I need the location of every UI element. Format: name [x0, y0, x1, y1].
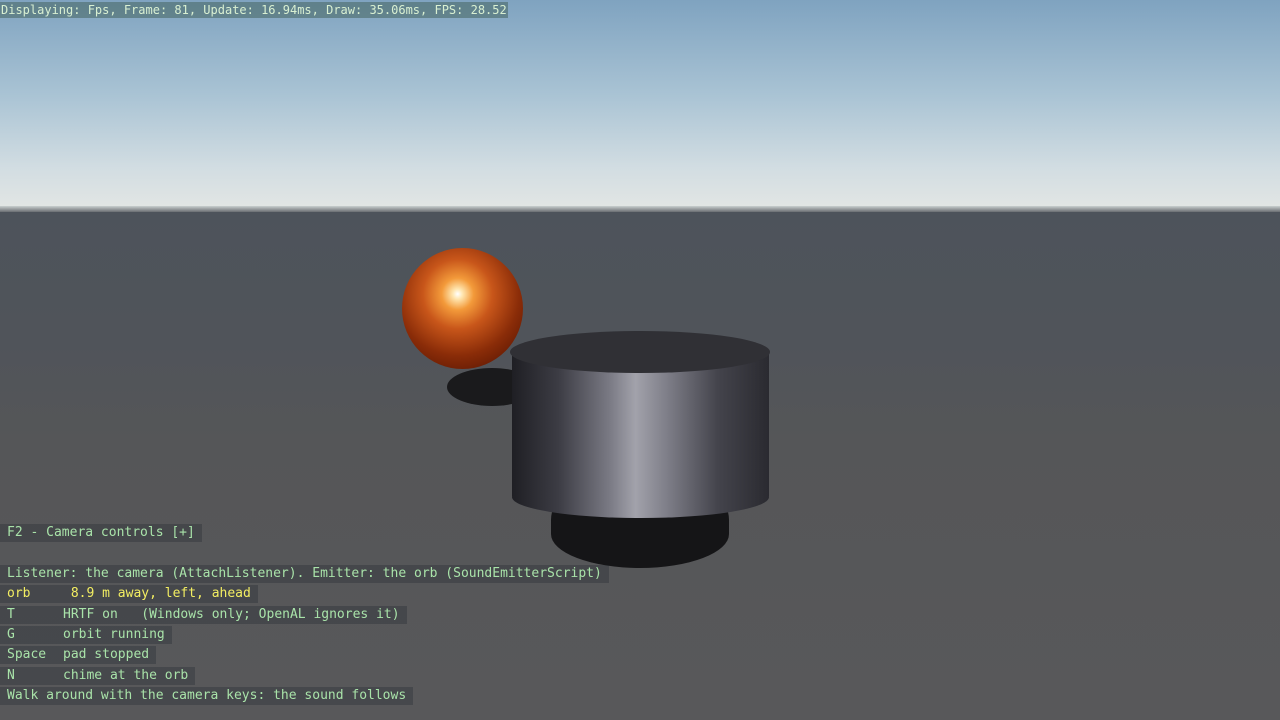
- binding-text: HRTF on (Windows only; OpenAL ignores it…: [63, 607, 400, 622]
- binding-pad: Space pad stopped: [0, 646, 157, 664]
- fps-overlay: Displaying: Fps, Frame: 81, Update: 16.9…: [0, 2, 508, 18]
- orb-sound-emitter: [402, 248, 523, 369]
- binding-key: Space: [7, 647, 47, 662]
- sky: [0, 0, 1280, 210]
- orb-status-key: orb: [7, 586, 31, 601]
- orb-status-line: orb 8.9 m away, left, ahead: [0, 585, 258, 603]
- cylinder-top: [510, 331, 770, 373]
- binding-key: G: [7, 627, 15, 642]
- camera-controls-toggle[interactable]: F2 - Camera controls [+]: [0, 524, 202, 542]
- binding-hrtf: T HRTF on (Windows only; OpenAL ignores i…: [0, 606, 407, 624]
- footer-hint: Walk around with the camera keys: the so…: [0, 687, 414, 705]
- binding-chime: Nchime at the orb: [0, 667, 196, 685]
- cylinder-body: [512, 352, 769, 496]
- binding-text: orbit running: [63, 627, 165, 642]
- info-line: Listener: the camera (AttachListener). E…: [0, 565, 609, 583]
- binding-orbit: Gorbit running: [0, 626, 172, 644]
- orb-status-text: 8.9 m away, left, ahead: [63, 586, 251, 601]
- binding-text: chime at the orb: [63, 668, 189, 683]
- binding-key: T: [7, 607, 15, 622]
- horizon-line: [0, 206, 1280, 212]
- binding-key: N: [7, 668, 15, 683]
- binding-text: pad stopped: [63, 647, 150, 662]
